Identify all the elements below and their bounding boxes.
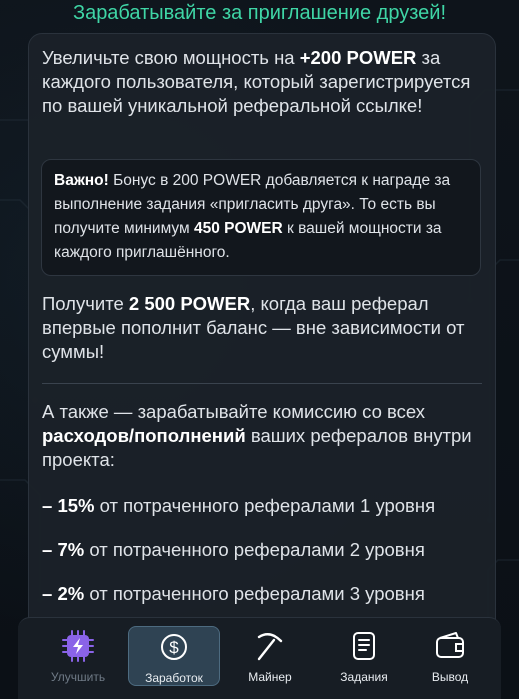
bottom-nav: Улучшить $ Заработок Майнер Задания Выво… [18,617,501,699]
commission-text-part1: А также — зарабатывайте комиссию со всех [42,401,426,422]
intro-text: Увеличьте свою мощность на +200 POWER за… [42,46,492,118]
tasks-list-icon [353,632,375,660]
deposit-bonus-text: Получите 2 500 POWER, когда ваш реферал … [42,292,492,364]
level-1-percent: 15% [57,495,95,516]
nav-tasks-label: Задания [340,670,388,684]
note-min-power: 450 POWER [193,220,283,237]
level-1-commission: – 15% от потраченного рефералами 1 уровн… [42,494,492,518]
nav-earnings[interactable]: $ Заработок [128,626,220,686]
level-2-prefix: – [42,539,58,560]
level-3-percent: 2% [57,583,85,604]
chip-bolt-icon [62,630,94,662]
important-note-box: Важно! Бонус в 200 POWER добавляется к н… [41,159,481,276]
nav-earnings-label: Заработок [145,671,203,685]
dollar-coin-icon: $ [161,634,187,660]
level-2-commission: – 7% от потраченного рефералами 2 уровня [42,538,492,562]
nav-withdraw-label: Вывод [431,670,469,684]
deposit-text-part1: Получите [42,293,129,314]
important-label: Важно! [54,172,109,189]
app-screen: Зарабатывайте за приглашение друзей! Уве… [0,0,519,699]
page-title: Зарабатывайте за приглашение друзей! [72,2,447,24]
level-2-percent: 7% [57,539,85,560]
level-1-prefix: – [42,495,58,516]
section-divider [42,383,482,384]
nav-miner-label: Майнер [248,670,292,684]
level-3-text: от потраченного рефералами 3 уровня [84,583,425,604]
commission-bold: расходов/пополнений [42,425,246,446]
nav-tasks[interactable]: Задания [318,626,410,686]
nav-upgrade[interactable]: Улучшить [32,626,124,686]
intro-text-part1: Увеличьте свою мощность на [42,47,300,68]
nav-withdraw[interactable]: Вывод [404,626,496,686]
svg-text:$: $ [169,638,179,657]
level-2-text: от потраченного рефералами 2 уровня [84,539,425,560]
wallet-icon [436,632,464,658]
referral-info-card: Увеличьте свою мощность на +200 POWER за… [28,33,496,673]
nav-miner[interactable]: Майнер [224,626,316,686]
intro-bonus-amount: +200 POWER [299,47,417,68]
level-3-prefix: – [42,583,58,604]
pickaxe-icon [257,633,283,661]
commission-text: А также — зарабатывайте комиссию со всех… [42,400,492,472]
nav-upgrade-label: Улучшить [50,670,106,684]
level-3-commission: – 2% от потраченного рефералами 3 уровня [42,582,492,606]
level-1-text: от потраченного рефералами 1 уровня [94,495,436,516]
deposit-bonus-amount: 2 500 POWER [128,293,251,314]
